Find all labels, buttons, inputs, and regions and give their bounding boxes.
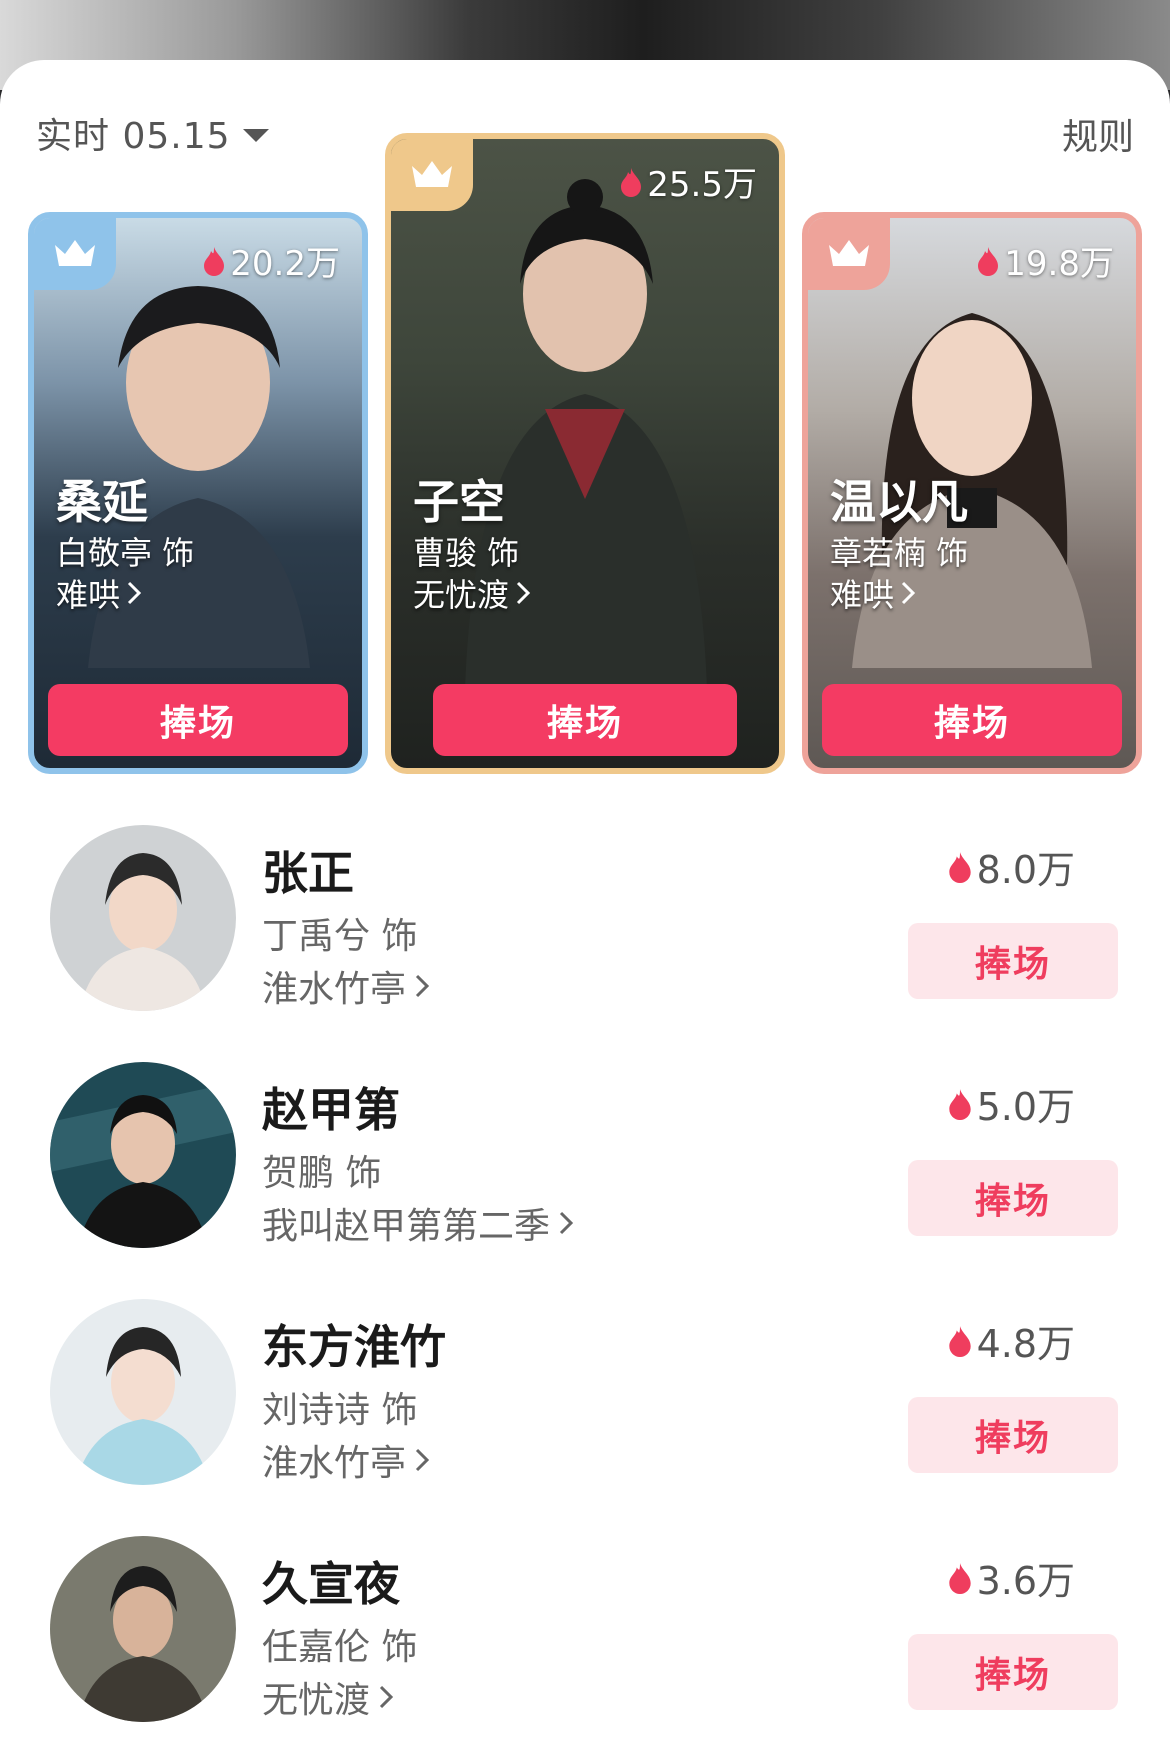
cheer-button[interactable]: 捧场 [908, 1160, 1118, 1236]
chevron-right-icon [516, 581, 531, 605]
character-name: 久宣夜 [262, 1557, 400, 1611]
drama-link[interactable]: 难哄 [56, 570, 142, 616]
heat-number: 20.2万 [230, 244, 340, 284]
flame-icon [948, 1325, 971, 1357]
date-selector[interactable]: 实时 05.15 [36, 108, 269, 158]
actor-name: 丁禹兮 饰 [262, 916, 418, 957]
flame-icon [948, 1562, 971, 1594]
drama-title: 淮水竹亭 [262, 1443, 407, 1484]
actor-name: 贺鹏 饰 [262, 1153, 382, 1194]
cheer-button[interactable]: 捧场 [908, 923, 1118, 999]
chevron-right-icon [415, 1448, 430, 1472]
flame-icon [978, 246, 999, 276]
top-card-rank-1[interactable]: 25.5万 子空 曹骏 饰 无忧渡 捧场 [385, 133, 785, 774]
avatar [50, 1299, 236, 1485]
heat-value: 25.5万 [619, 157, 757, 206]
drama-title: 难哄 [56, 576, 121, 614]
avatar [50, 1062, 236, 1248]
drama-link[interactable]: 无忧渡 [262, 1671, 394, 1723]
rules-link[interactable]: 规则 [1062, 108, 1134, 160]
date-label: 实时 05.15 [36, 116, 231, 157]
list-item[interactable]: 东方淮竹 刘诗诗 饰 淮水竹亭 4.8万 捧场 [0, 1299, 1170, 1499]
list-item[interactable]: 张正 丁禹兮 饰 淮水竹亭 8.0万 捧场 [0, 825, 1170, 1025]
avatar [50, 1536, 236, 1722]
drama-title: 难哄 [830, 576, 895, 614]
cheer-button[interactable]: 捧场 [908, 1397, 1118, 1473]
character-name: 赵甲第 [262, 1083, 400, 1137]
top-card-rank-2[interactable]: 20.2万 桑延 白敬亭 饰 难哄 捧场 [28, 212, 368, 774]
chevron-right-icon [415, 974, 430, 998]
actor-name: 章若楠 饰 [830, 534, 969, 572]
cheer-button[interactable]: 捧场 [822, 684, 1122, 756]
character-name: 张正 [262, 846, 354, 900]
drama-link[interactable]: 淮水竹亭 [262, 1434, 430, 1486]
list-item[interactable]: 久宣夜 任嘉伦 饰 无忧渡 3.6万 捧场 [0, 1536, 1170, 1736]
crown-badge [34, 218, 116, 290]
heat-number: 19.8万 [1004, 244, 1114, 284]
character-name: 东方淮竹 [262, 1320, 446, 1374]
drama-title: 我叫赵甲第第二季 [262, 1206, 551, 1247]
heat-value: 4.8万 [947, 1313, 1075, 1368]
cheer-button[interactable]: 捧场 [908, 1634, 1118, 1710]
drama-link[interactable]: 难哄 [830, 570, 916, 616]
actor-name: 白敬亭 饰 [56, 534, 195, 572]
crown-badge [808, 218, 890, 290]
crown-icon [829, 240, 869, 266]
actor-name: 刘诗诗 饰 [262, 1390, 418, 1431]
drama-link[interactable]: 淮水竹亭 [262, 960, 430, 1012]
heat-value: 8.0万 [947, 839, 1075, 894]
actor-name: 曹骏 饰 [413, 534, 520, 572]
drama-link[interactable]: 我叫赵甲第第二季 [262, 1197, 574, 1249]
character-name: 温以凡 [830, 475, 968, 529]
crown-badge [391, 139, 473, 211]
heat-number: 5.0万 [976, 1085, 1075, 1129]
chevron-right-icon [379, 1685, 394, 1709]
avatar [50, 825, 236, 1011]
caret-down-icon [242, 128, 269, 142]
cheer-button[interactable]: 捧场 [433, 684, 737, 756]
chevron-right-icon [127, 581, 142, 605]
chevron-right-icon [901, 581, 916, 605]
drama-title: 无忧渡 [262, 1680, 371, 1721]
flame-icon [204, 246, 225, 276]
drama-title: 无忧渡 [413, 576, 510, 614]
heat-value: 3.6万 [947, 1550, 1075, 1605]
heat-number: 4.8万 [976, 1322, 1075, 1366]
crown-icon [412, 161, 452, 187]
top-card-rank-3[interactable]: 19.8万 温以凡 章若楠 饰 难哄 捧场 [802, 212, 1142, 774]
actor-name: 任嘉伦 饰 [262, 1627, 418, 1668]
heat-number: 8.0万 [976, 848, 1075, 892]
crown-icon [55, 240, 95, 266]
heat-number: 25.5万 [647, 165, 757, 205]
heat-value: 5.0万 [947, 1076, 1075, 1131]
character-name: 桑延 [56, 475, 148, 529]
list-item[interactable]: 赵甲第 贺鹏 饰 我叫赵甲第第二季 5.0万 捧场 [0, 1062, 1170, 1262]
flame-icon [948, 851, 971, 883]
heat-value: 20.2万 [202, 236, 340, 285]
heat-number: 3.6万 [976, 1559, 1075, 1603]
chevron-right-icon [559, 1211, 574, 1235]
character-name: 子空 [413, 475, 505, 529]
drama-title: 淮水竹亭 [262, 969, 407, 1010]
cheer-button[interactable]: 捧场 [48, 684, 348, 756]
heat-value: 19.8万 [976, 236, 1114, 285]
drama-link[interactable]: 无忧渡 [413, 570, 531, 616]
flame-icon [621, 167, 642, 197]
flame-icon [948, 1088, 971, 1120]
